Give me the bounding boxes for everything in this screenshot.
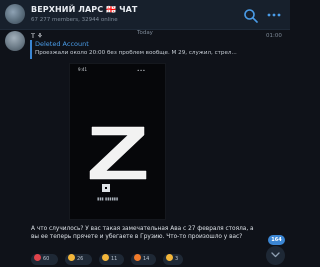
sender-name[interactable]: T ⚘ [31, 32, 43, 40]
date-label: Today [137, 30, 153, 36]
thumbs-up-icon [102, 254, 109, 261]
screenshot-media[interactable]: 9:41 ••• ▮▮▮ ▮▮▮▮▮▮ [69, 63, 166, 220]
chat-avatar[interactable] [5, 4, 25, 24]
heart-icon [34, 254, 41, 261]
reply-preview[interactable]: Проезжали около 20:00 без проблем вообще… [35, 50, 283, 56]
reaction-count: 3 [175, 256, 179, 262]
sender-avatar[interactable] [5, 31, 25, 51]
media-status-icons: ••• [137, 68, 146, 73]
thumbs-down-icon [166, 254, 173, 261]
search-icon[interactable] [243, 8, 259, 24]
media-status-time: 9:41 [78, 67, 87, 72]
chevron-down-icon [271, 252, 280, 258]
reaction-count: 26 [77, 256, 84, 262]
reaction-count: 11 [111, 256, 118, 262]
reaction-thumbs-up[interactable]: 11 [99, 254, 124, 265]
scroll-down-button[interactable] [266, 246, 285, 265]
chat-header: ВЕРХНИЙ ЛАРС 🇬🇪 ЧАТ 67 277 members, 3294… [0, 0, 290, 30]
reaction-heart[interactable]: 60 [31, 254, 58, 265]
qr-icon [102, 184, 110, 192]
laugh-icon [68, 254, 75, 261]
fire-icon [134, 254, 141, 261]
reaction-laugh[interactable]: 26 [65, 254, 92, 265]
z-symbol-image [89, 126, 147, 180]
chat-member-count: 67 277 members, 32944 online [31, 17, 118, 23]
unread-count-badge[interactable]: 164 [268, 235, 285, 245]
reaction-count: 60 [43, 256, 50, 262]
reaction-count: 14 [143, 256, 150, 262]
message-text: А что случилось? У вас такая замечательн… [31, 226, 254, 240]
message-time: 01:00 [266, 33, 282, 39]
media-caption: ▮▮▮ ▮▮▮▮▮▮ [97, 196, 119, 201]
reaction-fire[interactable]: 14 [131, 254, 156, 265]
chat-title[interactable]: ВЕРХНИЙ ЛАРС 🇬🇪 ЧАТ [31, 5, 137, 14]
media-status-bar: 9:41 ••• [70, 67, 165, 73]
reply-author[interactable]: Deleted Account [35, 40, 89, 48]
more-icon[interactable] [266, 9, 282, 21]
reaction-thumbs-down[interactable]: 3 [163, 254, 183, 265]
reply-bar [30, 40, 32, 59]
